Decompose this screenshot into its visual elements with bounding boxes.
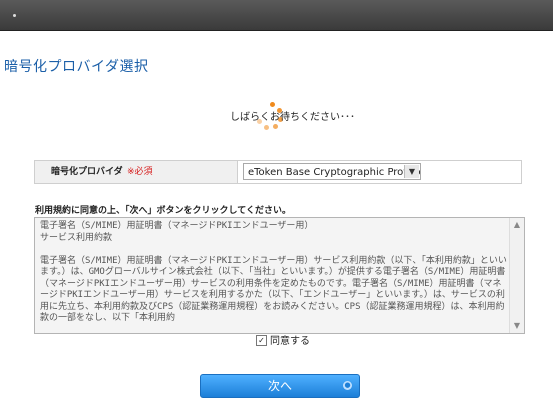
- loading-text: しばらくお待ちください･･･: [230, 112, 355, 123]
- scroll-up-icon[interactable]: ▲: [510, 218, 524, 232]
- required-badge: ※必須: [127, 167, 153, 177]
- arrow-right-icon: ●: [343, 381, 352, 390]
- menu-dot-icon: [13, 14, 16, 17]
- next-button[interactable]: 次へ ●: [200, 374, 360, 398]
- agree-checkbox[interactable]: ✓: [256, 334, 267, 346]
- scroll-down-icon[interactable]: ▼: [510, 319, 524, 333]
- provider-label: 暗号化プロバイダ: [51, 167, 123, 177]
- page-title: 暗号化プロバイダ選択: [4, 59, 149, 75]
- provider-select[interactable]: eToken Base Cryptographic Provider ▼: [243, 163, 421, 180]
- terms-text: 電子署名（S/MIME）用証明書（マネージドPKIエンドユーザー用） サービス利…: [40, 221, 507, 323]
- loading-indicator: しばらくお待ちください･･･: [230, 100, 360, 140]
- terms-textarea[interactable]: 電子署名（S/MIME）用証明書（マネージドPKIエンドユーザー用） サービス利…: [34, 217, 525, 334]
- provider-label-cell: 暗号化プロバイダ ※必須: [35, 161, 238, 183]
- next-button-label: 次へ: [267, 379, 292, 393]
- agree-checkbox-row[interactable]: ✓ 同意する: [256, 334, 310, 349]
- provider-selected-value: eToken Base Cryptographic Provider: [248, 167, 421, 178]
- provider-row: 暗号化プロバイダ ※必須 eToken Base Cryptographic P…: [34, 160, 522, 184]
- top-bar: [0, 0, 553, 31]
- agree-label: 同意する: [270, 336, 310, 347]
- terms-scrollbar[interactable]: ▲ ▼: [509, 218, 524, 333]
- chevron-down-icon[interactable]: ▼: [404, 165, 419, 178]
- terms-instruction: 利用規約に同意の上、「次へ」ボタンをクリックしてください。: [35, 206, 291, 216]
